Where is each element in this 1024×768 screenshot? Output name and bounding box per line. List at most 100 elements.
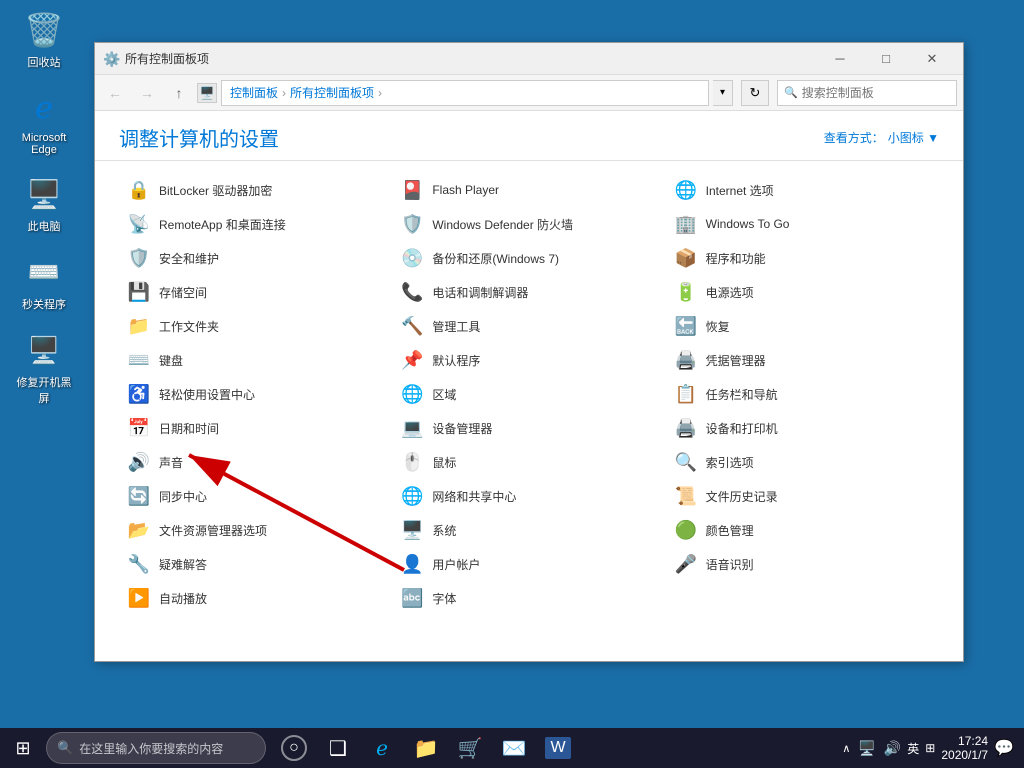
taskbar-right: ∧ 🖥️ 🔊 英 ⊞ 17:24 2020/1/7 💬 xyxy=(842,734,1024,762)
item-icon: 🔙 xyxy=(674,314,698,338)
control-item-Internet-选项[interactable]: 🌐Internet 选项 xyxy=(666,173,939,207)
item-label: 安全和维护 xyxy=(159,250,219,267)
item-label: 系统 xyxy=(432,522,456,539)
taskbar-item-cortana[interactable]: ○ xyxy=(274,728,314,768)
control-item-系统[interactable]: 🖥️ 系统 xyxy=(392,513,665,547)
tray-icon-arrow[interactable]: ∧ xyxy=(842,742,850,755)
control-item-Windows-Defender-防火墙[interactable]: 🛡️Windows Defender 防火墙 xyxy=(392,207,665,241)
search-input[interactable] xyxy=(802,86,950,100)
control-item-疑难解答[interactable]: 🔧疑难解答 xyxy=(119,547,392,581)
control-item-Flash-Player[interactable]: 🎴Flash Player xyxy=(392,173,665,207)
control-item-键盘[interactable]: ⌨️键盘 xyxy=(119,343,392,377)
control-item-字体[interactable]: 🔤字体 xyxy=(392,581,665,615)
control-item-网络和共享中心[interactable]: 🌐网络和共享中心 xyxy=(392,479,665,513)
item-label: 设备和打印机 xyxy=(706,420,778,437)
control-item-电源选项[interactable]: 🔋电源选项 xyxy=(666,275,939,309)
control-item-电话和调制解调器[interactable]: 📞电话和调制解调器 xyxy=(392,275,665,309)
repair-icon[interactable]: 🖥️ 修复开机黑屏 xyxy=(12,330,76,406)
control-item-设备管理器[interactable]: 💻设备管理器 xyxy=(392,411,665,445)
item-icon: ▶️ xyxy=(127,586,151,610)
back-button[interactable]: ← xyxy=(101,79,129,107)
breadcrumb-dropdown[interactable]: ▾ xyxy=(713,80,733,106)
maximize-button[interactable]: □ xyxy=(863,43,909,75)
forward-button[interactable]: → xyxy=(133,79,161,107)
edge-icon[interactable]: ℯ Microsoft Edge xyxy=(12,88,76,156)
control-item-程序和功能[interactable]: 📦程序和功能 xyxy=(666,241,939,275)
control-item-用户帐户[interactable]: 👤用户帐户 xyxy=(392,547,665,581)
item-icon: 🖨️ xyxy=(674,348,698,372)
item-label: Windows Defender 防火墙 xyxy=(432,216,573,233)
control-item-BitLocker-驱动器加密[interactable]: 🔒BitLocker 驱动器加密 xyxy=(119,173,392,207)
recycle-bin-icon[interactable]: 🗑️ 回收站 xyxy=(12,10,76,70)
control-item-管理工具[interactable]: 🔨管理工具 xyxy=(392,309,665,343)
refresh-button[interactable]: ↻ xyxy=(741,80,769,106)
control-item-颜色管理[interactable]: 🟢颜色管理 xyxy=(666,513,939,547)
item-label: 文件历史记录 xyxy=(706,488,778,505)
control-item-日期和时间[interactable]: 📅日期和时间 xyxy=(119,411,392,445)
taskbar-search[interactable]: 🔍 在这里输入你要搜索的内容 xyxy=(46,732,266,764)
items-grid: 🔒BitLocker 驱动器加密📡RemoteApp 和桌面连接🛡️安全和维护💾… xyxy=(119,173,939,615)
control-item-鼠标[interactable]: 🖱️鼠标 xyxy=(392,445,665,479)
taskbar-item-explorer[interactable]: 📁 xyxy=(406,728,446,768)
minimize-button[interactable]: ─ xyxy=(817,43,863,75)
taskbar-item-word[interactable]: W xyxy=(538,728,578,768)
control-item-声音[interactable]: 🔊 声音 xyxy=(119,445,392,479)
taskbar-clock[interactable]: 17:24 2020/1/7 xyxy=(941,734,988,762)
item-label: 区域 xyxy=(432,386,456,403)
this-pc-icon[interactable]: 🖥️ 此电脑 xyxy=(12,174,76,234)
control-item-恢复[interactable]: 🔙 恢复 xyxy=(666,309,939,343)
control-item-轻松使用设置中心[interactable]: ♿轻松使用设置中心 xyxy=(119,377,392,411)
breadcrumb-item-all[interactable]: 所有控制面板项 xyxy=(290,84,374,101)
ime-icon[interactable]: ⊞ xyxy=(925,741,935,755)
control-item-自动播放[interactable]: ▶️自动播放 xyxy=(119,581,392,615)
view-mode-value[interactable]: 小图标 ▼ xyxy=(888,129,939,146)
close-button[interactable]: ✕ xyxy=(909,43,955,75)
control-item-备份和还原(Windows-7)[interactable]: 💿备份和还原(Windows 7) xyxy=(392,241,665,275)
item-icon: 🔊 xyxy=(127,450,151,474)
item-icon: 📋 xyxy=(674,382,698,406)
control-item-设备和打印机[interactable]: 🖨️设备和打印机 xyxy=(666,411,939,445)
taskbar-item-tasksview[interactable]: ❑ xyxy=(318,728,358,768)
control-item-区域[interactable]: 🌐区域 xyxy=(392,377,665,411)
tray-icon-sound[interactable]: 🔊 xyxy=(884,740,901,757)
notification-icon[interactable]: 💬 xyxy=(994,738,1014,758)
control-item-工作文件夹[interactable]: 📁工作文件夹 xyxy=(119,309,392,343)
search-box[interactable]: 🔍 xyxy=(777,80,957,106)
start-button[interactable]: ⊞ xyxy=(0,728,46,768)
control-item-文件资源管理器选项[interactable]: 📂文件资源管理器选项 xyxy=(119,513,392,547)
control-item-语音识别[interactable]: 🎤语音识别 xyxy=(666,547,939,581)
clock-date: 2020/1/7 xyxy=(941,748,988,762)
breadcrumb[interactable]: 控制面板 › 所有控制面板项 › xyxy=(221,80,709,106)
control-item-存储空间[interactable]: 💾 存储空间 xyxy=(119,275,392,309)
control-item-Windows-To-Go[interactable]: 🏢Windows To Go xyxy=(666,207,939,241)
item-label: 存储空间 xyxy=(159,284,207,301)
control-item-索引选项[interactable]: 🔍索引选项 xyxy=(666,445,939,479)
item-label: 声音 xyxy=(159,454,183,471)
item-label: 字体 xyxy=(432,590,456,607)
item-icon: 🖥️ xyxy=(400,518,424,542)
word-icon: W xyxy=(545,737,570,759)
control-item-安全和维护[interactable]: 🛡️安全和维护 xyxy=(119,241,392,275)
view-mode: 查看方式： 小图标 ▼ xyxy=(824,129,939,146)
control-item-默认程序[interactable]: 📌默认程序 xyxy=(392,343,665,377)
item-icon: 💾 xyxy=(127,280,151,304)
taskbar-item-mail[interactable]: ✉️ xyxy=(494,728,534,768)
item-label: 索引选项 xyxy=(706,454,754,471)
taskbar-item-edge[interactable]: ℯ xyxy=(362,728,402,768)
breadcrumb-item-cp[interactable]: 控制面板 xyxy=(230,84,278,101)
item-label: 备份和还原(Windows 7) xyxy=(432,250,559,267)
control-item-RemoteApp-和桌面连接[interactable]: 📡RemoteApp 和桌面连接 xyxy=(119,207,392,241)
item-label: 凭据管理器 xyxy=(706,352,766,369)
language-indicator[interactable]: 英 xyxy=(907,740,919,757)
address-bar: ← → ↑ 🖥️ 控制面板 › 所有控制面板项 › ▾ ↻ 🔍 xyxy=(95,75,963,111)
control-item-任务栏和导航[interactable]: 📋任务栏和导航 xyxy=(666,377,939,411)
taskbar-item-store[interactable]: 🛒 xyxy=(450,728,490,768)
shortcuts-icon[interactable]: ⌨️ 秒关程序 xyxy=(12,252,76,312)
control-item-同步中心[interactable]: 🔄同步中心 xyxy=(119,479,392,513)
control-item-文件历史记录[interactable]: 📜文件历史记录 xyxy=(666,479,939,513)
item-label: 恢复 xyxy=(706,318,730,335)
tray-icon-network[interactable]: 🖥️ xyxy=(858,740,875,757)
window-icon: ⚙️ xyxy=(103,51,119,67)
control-item-凭据管理器[interactable]: 🖨️ 凭据管理器 xyxy=(666,343,939,377)
up-button[interactable]: ↑ xyxy=(165,79,193,107)
